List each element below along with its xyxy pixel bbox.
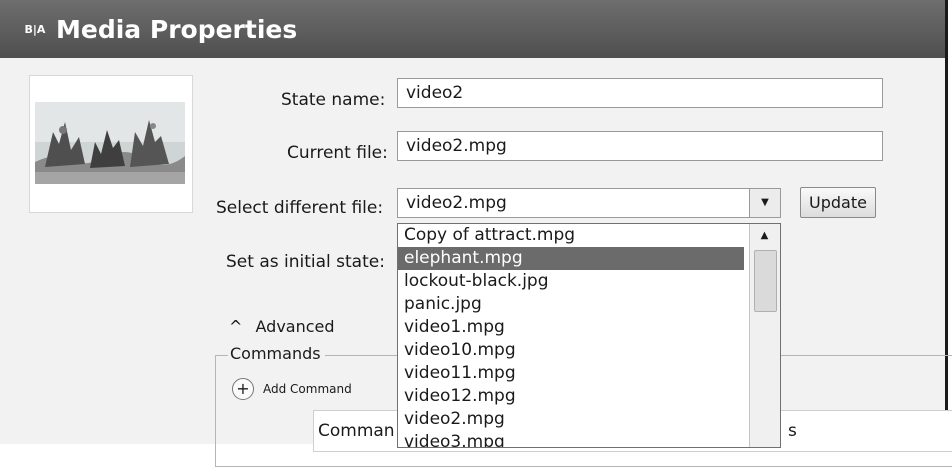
chevron-up-icon: ^ [229,317,243,336]
file-dropdown-list[interactable]: Copy of attract.mpg elephant.mpg lockout… [397,223,781,448]
list-item[interactable]: video12.mpg [398,385,744,408]
plus-icon: + [232,378,254,400]
list-item[interactable]: Copy of attract.mpg [398,224,744,247]
list-item[interactable]: panic.jpg [398,293,744,316]
list-item[interactable]: video1.mpg [398,316,744,339]
list-item[interactable]: video3.mpg [398,431,744,447]
list-item[interactable]: video2.mpg [398,408,744,431]
update-button[interactable]: Update [800,187,876,218]
media-properties-window: B|A Media Properties State name: video2 … [0,0,952,467]
list-item[interactable]: elephant.mpg [398,247,744,270]
state-name-label: State name: [281,90,386,110]
aquarium-thumbnail-image [35,102,185,184]
advanced-toggle[interactable]: ^ Advanced [229,317,335,336]
media-thumbnail [29,75,193,213]
list-item[interactable]: video11.mpg [398,362,744,385]
add-command-button[interactable]: + Add Command [232,378,352,400]
current-file-label: Current file: [287,143,388,163]
title-bar: B|A Media Properties [0,0,945,58]
dropdown-scrollbar[interactable]: ▲ [749,224,780,447]
state-name-input[interactable]: video2 [397,78,883,108]
current-file-input[interactable]: video2.mpg [397,131,883,161]
advanced-label: Advanced [255,317,335,336]
list-item[interactable]: video10.mpg [398,339,744,362]
window-title: Media Properties [56,14,298,44]
app-logo-text: B|A [24,22,46,36]
select-file-label: Select different file: [216,198,384,218]
commands-legend: Commands [228,344,325,363]
table-header-command: Comman [318,421,395,441]
select-file-dropdown[interactable]: video2.mpg ▼ [397,188,781,218]
list-item[interactable]: lockout-black.jpg [398,270,744,293]
dropdown-arrow-icon[interactable]: ▼ [749,189,780,217]
app-logo-icon: B|A [24,20,46,38]
table-header-other: s [788,421,797,441]
initial-state-label: Set as initial state: [226,252,385,272]
add-command-label: Add Command [263,382,352,396]
select-file-value: video2.mpg [406,193,507,213]
scroll-up-arrow-icon[interactable]: ▲ [750,224,779,246]
scrollbar-thumb[interactable] [754,250,777,312]
